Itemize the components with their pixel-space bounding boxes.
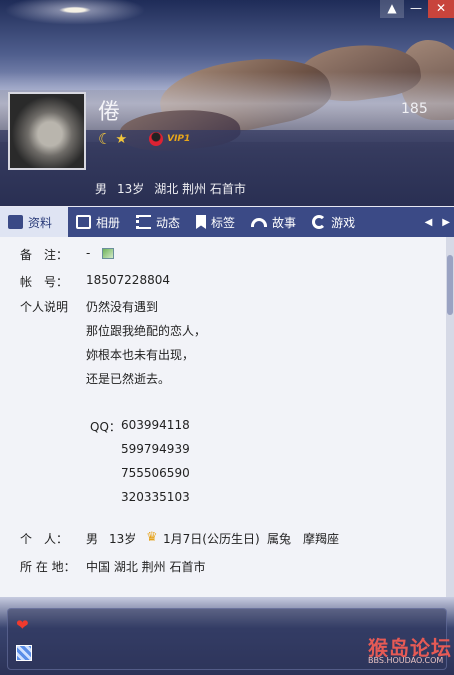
tab-label: 相册 (96, 215, 121, 230)
account-value: 18507228804 (86, 273, 170, 287)
nickname: 倦 (98, 100, 121, 125)
watermark-url: BBS.HOUDAO.COM (368, 656, 444, 665)
vip-badge[interactable]: VIP1 (167, 134, 190, 144)
bookmark-icon (196, 215, 207, 229)
remark-value: - (86, 246, 91, 260)
qq-number: 755506590 (121, 466, 190, 480)
details-scrollbar[interactable] (446, 237, 454, 597)
tab-games[interactable]: 游戏 (304, 207, 363, 237)
personal-label: 个 人： (20, 532, 69, 546)
tab-label: 故事 (272, 215, 297, 230)
remark-label: 备 注： (20, 248, 69, 262)
description-line: 还是已然逝去。 (86, 372, 171, 386)
skin-icon[interactable]: ▲ (380, 0, 404, 18)
game-center-icon[interactable] (16, 645, 32, 661)
birthday: 1月7日(公历生日) (163, 532, 260, 546)
star-icon: ★ (115, 131, 128, 147)
tab-scroll-right-icon[interactable]: ▶ (442, 217, 450, 228)
close-button[interactable]: ✕ (428, 0, 454, 18)
constellation: 摩羯座 (303, 532, 340, 546)
list-icon (136, 215, 152, 229)
edit-remark-icon[interactable] (102, 248, 115, 259)
tab-story[interactable]: 故事 (243, 207, 304, 237)
game-icon (312, 215, 327, 229)
personal-gender: 男 (86, 532, 99, 546)
remark-value-wrap: - (86, 246, 115, 260)
avatar[interactable] (8, 92, 86, 170)
heart-icon[interactable]: ❤ (16, 617, 32, 633)
tab-label: 标签 (211, 215, 236, 230)
tab-album[interactable]: 相册 (68, 207, 128, 237)
description-line: 仍然没有遇到 (86, 300, 159, 314)
tab-scroll-left-icon[interactable]: ◀ (425, 217, 433, 228)
moon-icon: ☾ (98, 130, 112, 148)
tab-label: 游戏 (331, 215, 356, 230)
tab-profile[interactable]: 资料 (0, 207, 68, 237)
wifi-icon (251, 217, 268, 227)
tab-tags[interactable]: 标签 (188, 207, 243, 237)
header-basic-info: 男 13岁 湖北 荆州 石首市 (95, 180, 246, 197)
location-value: 中国 湖北 荆州 石首市 (86, 560, 206, 574)
crown-icon: ♛ (146, 530, 158, 545)
qq-penguin-icon[interactable] (149, 132, 164, 146)
qq-label: QQ： (90, 420, 121, 434)
card-icon (8, 215, 23, 229)
tab-bar: 资料 相册 动态 标签 故事 游戏 ◀ ▶ (0, 207, 454, 237)
gender: 男 (95, 182, 108, 196)
chinese-zodiac: 属兔 (267, 532, 292, 546)
location: 湖北 荆州 石首市 (154, 182, 246, 196)
description-label: 个人说明 (20, 300, 69, 314)
personal-age: 13岁 (109, 532, 137, 546)
qq-number: 603994118 (121, 418, 190, 432)
location-label: 所 在 地： (20, 560, 76, 574)
photo-icon (76, 215, 91, 229)
age: 13岁 (117, 182, 145, 196)
scrollbar-thumb[interactable] (447, 255, 453, 315)
tab-feed[interactable]: 动态 (128, 207, 188, 237)
account-label: 帐 号： (20, 275, 69, 289)
tab-label: 资料 (28, 215, 53, 230)
window-controls: ▲ — ✕ (380, 0, 454, 18)
level-badges: ☾ ★ VIP1 (98, 130, 190, 148)
tab-scroll-arrows: ◀ ▶ (425, 217, 454, 228)
header-number: 185 (401, 101, 428, 117)
description-line: 那位跟我绝配的恋人， (86, 324, 207, 338)
tab-label: 动态 (156, 215, 181, 230)
description-line: 妳根本也未有出现， (86, 348, 195, 362)
qq-number: 599794939 (121, 442, 190, 456)
profile-details: 备 注： - 帐 号： 18507228804 个人说明 仍然没有遇到 那位跟我… (0, 237, 446, 597)
qq-number: 320335103 (121, 490, 190, 504)
minimize-button[interactable]: — (404, 0, 428, 18)
